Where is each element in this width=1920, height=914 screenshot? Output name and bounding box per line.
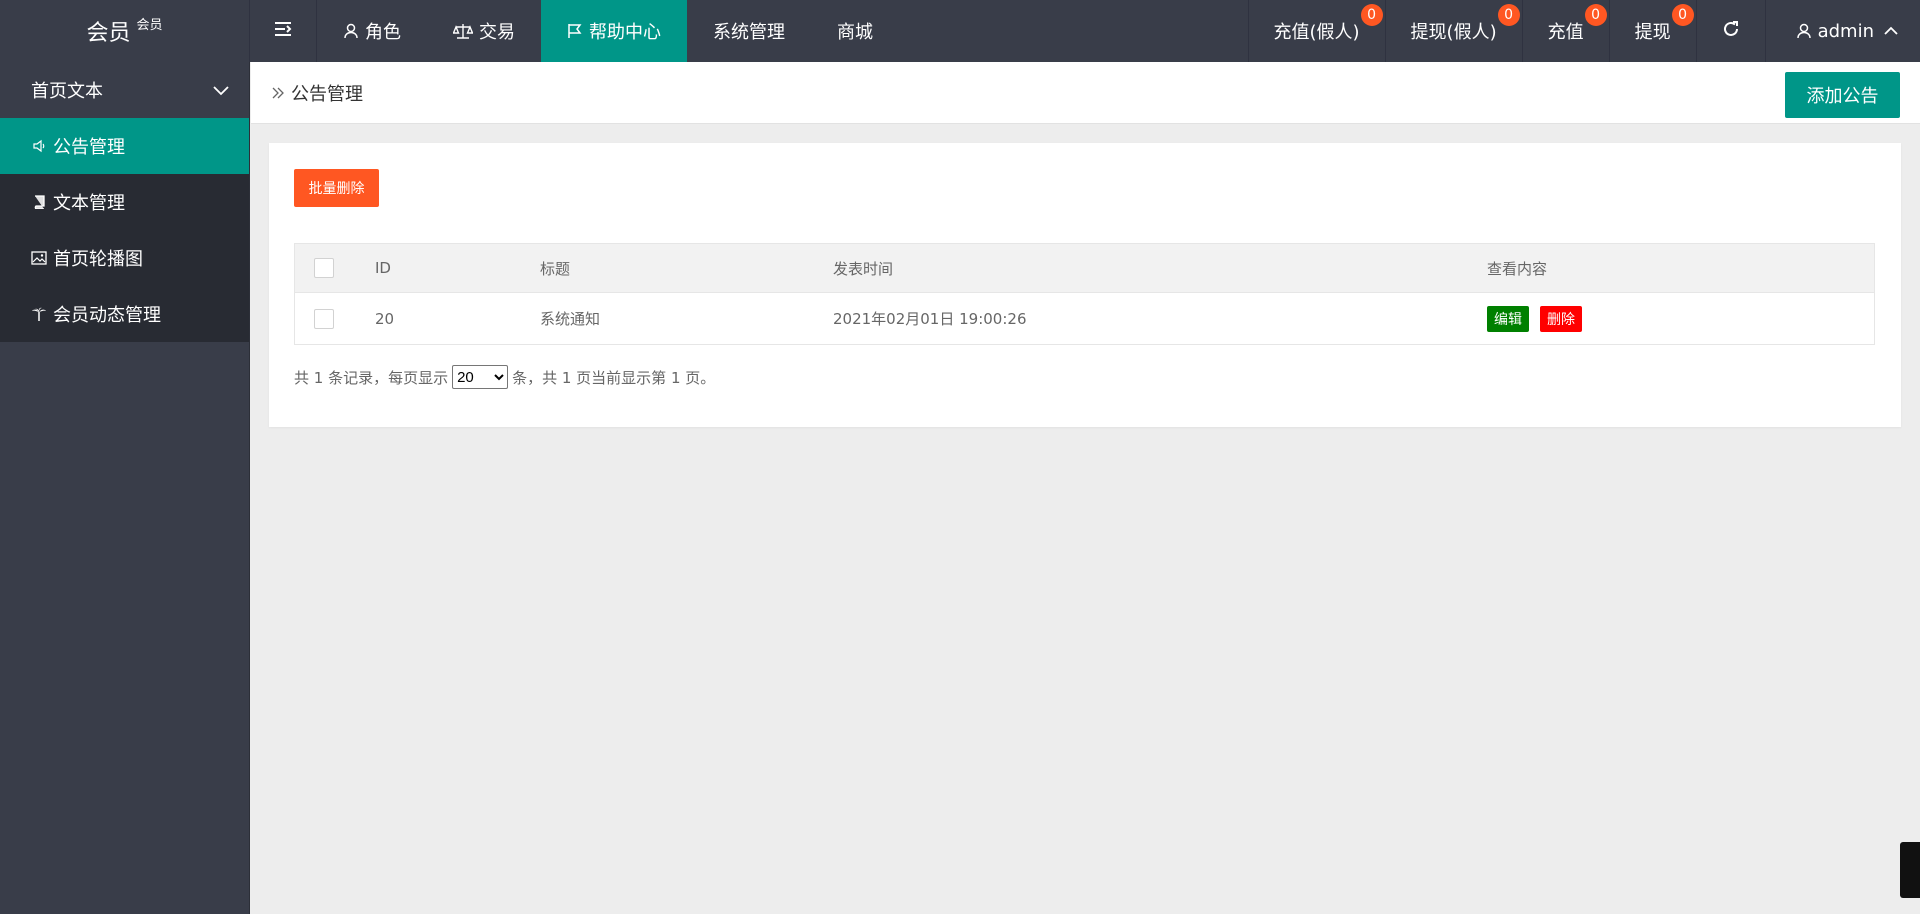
speaker-icon bbox=[31, 139, 47, 153]
nav-item-system-label: 系统管理 bbox=[713, 22, 785, 43]
row-checkbox[interactable] bbox=[314, 308, 334, 329]
menu-toggle-button[interactable] bbox=[250, 0, 317, 62]
batch-delete-button[interactable]: 批量删除 bbox=[294, 169, 379, 207]
user-icon bbox=[1796, 23, 1812, 39]
nav-item-trade[interactable]: 交易 bbox=[427, 0, 541, 62]
username-label: admin bbox=[1817, 20, 1874, 42]
header-title: 标题 bbox=[540, 259, 571, 278]
withdraw-label: 提现 bbox=[1634, 22, 1671, 43]
header-content: 查看内容 bbox=[1487, 259, 1548, 278]
row-actions: 编辑 删除 bbox=[1487, 305, 1874, 332]
sidebar-item-announcement[interactable]: 公告管理 bbox=[0, 118, 249, 174]
nav-item-help-center-label: 帮助中心 bbox=[589, 22, 661, 43]
recharge-label: 充值 bbox=[1547, 22, 1584, 43]
sidebar-item-label: 首页轮播图 bbox=[53, 249, 143, 270]
sidebar-item-label: 文本管理 bbox=[53, 193, 125, 214]
sidebar-submenu: 公告管理 文本管理 首页轮播图 会员动态管理 bbox=[0, 118, 249, 342]
sidebar-item-label: 会员动态管理 bbox=[53, 305, 161, 326]
content-card: 批量删除 ID 标题 发表时间 查看内容 20 系统通知 2021年02月01日… bbox=[269, 143, 1901, 427]
recharge-fake-label: 充值(假人) bbox=[1273, 22, 1360, 43]
table-row: 20 系统通知 2021年02月01日 19:00:26 编辑 删除 bbox=[295, 293, 1874, 344]
row-time: 2021年02月01日 19:00:26 bbox=[833, 310, 1027, 328]
nav-item-help-center[interactable]: 帮助中心 bbox=[541, 0, 687, 62]
sidebar-item-text[interactable]: 文本管理 bbox=[0, 174, 249, 230]
announcement-table: ID 标题 发表时间 查看内容 20 系统通知 2021年02月01日 19:0… bbox=[294, 243, 1875, 345]
logo: 会员 会员 bbox=[0, 0, 250, 62]
row-id: 20 bbox=[375, 309, 395, 328]
withdraw-fake-badge: 0 bbox=[1497, 4, 1520, 26]
delete-button[interactable]: 删除 bbox=[1540, 305, 1582, 332]
header-id: ID bbox=[375, 259, 391, 277]
row-check-cell bbox=[295, 308, 375, 329]
pagination: 共 1 条记录，每页显示 20 条，共 1 页当前显示第 1 页。 bbox=[294, 365, 715, 389]
add-announcement-button[interactable]: 添加公告 bbox=[1785, 72, 1900, 118]
sidebar-group-label: 首页文本 bbox=[31, 81, 103, 102]
recharge-fake-link[interactable]: 充值(假人) 0 bbox=[1247, 0, 1385, 62]
header-check-cell bbox=[295, 258, 375, 278]
nav-item-role-label: 角色 bbox=[365, 22, 401, 43]
sidebar-item-carousel[interactable]: 首页轮播图 bbox=[0, 230, 249, 286]
scale-icon bbox=[453, 23, 473, 39]
nav-item-trade-label: 交易 bbox=[479, 22, 515, 43]
recharge-badge: 0 bbox=[1584, 4, 1607, 26]
recharge-fake-badge: 0 bbox=[1360, 4, 1383, 26]
sidebar: 首页文本 公告管理 文本管理 首页轮播图 会员动态管理 bbox=[0, 62, 250, 914]
table-header: ID 标题 发表时间 查看内容 bbox=[295, 244, 1874, 293]
top-header: 会员 会员 角色 交易 帮助中心 系统管理 商城 充值(假人) 0 提现(假人)… bbox=[0, 0, 1920, 62]
image-icon bbox=[31, 251, 47, 265]
pager-suffix: 条，共 1 页当前显示第 1 页。 bbox=[512, 368, 716, 387]
book-icon bbox=[31, 195, 47, 209]
double-chevron-right-icon bbox=[271, 86, 285, 100]
user-menu[interactable]: admin bbox=[1764, 0, 1920, 62]
breadcrumb-current: 公告管理 bbox=[291, 83, 363, 105]
floating-side-widget[interactable] bbox=[1900, 842, 1920, 898]
sidebar-item-label: 公告管理 bbox=[53, 137, 125, 158]
page-size-select[interactable]: 20 bbox=[452, 365, 509, 389]
right-nav: 充值(假人) 0 提现(假人) 0 充值 0 提现 0 admin bbox=[1247, 0, 1920, 62]
logo-main-text: 会员 bbox=[86, 21, 131, 46]
refresh-icon bbox=[1722, 20, 1740, 43]
user-icon bbox=[343, 23, 359, 39]
recharge-link[interactable]: 充值 0 bbox=[1521, 0, 1609, 62]
edit-button[interactable]: 编辑 bbox=[1487, 305, 1529, 332]
withdraw-fake-label: 提现(假人) bbox=[1410, 22, 1497, 43]
withdraw-fake-link[interactable]: 提现(假人) 0 bbox=[1384, 0, 1522, 62]
logo-sup-text: 会员 bbox=[136, 17, 163, 33]
palm-icon bbox=[31, 307, 47, 321]
refresh-button[interactable] bbox=[1695, 0, 1765, 62]
nav-item-system[interactable]: 系统管理 bbox=[687, 0, 811, 62]
nav-item-role[interactable]: 角色 bbox=[317, 0, 427, 62]
header-time: 发表时间 bbox=[833, 259, 894, 278]
sidebar-group-homepage-text[interactable]: 首页文本 bbox=[0, 62, 249, 118]
chevron-down-icon bbox=[213, 80, 229, 101]
flag-icon bbox=[567, 23, 583, 39]
nav-item-mall-label: 商城 bbox=[837, 22, 873, 43]
sidebar-item-member-dynamics[interactable]: 会员动态管理 bbox=[0, 286, 249, 342]
select-all-checkbox[interactable] bbox=[314, 258, 334, 278]
top-nav: 角色 交易 帮助中心 系统管理 商城 bbox=[250, 0, 899, 62]
pager-prefix: 共 1 条记录，每页显示 bbox=[294, 368, 449, 387]
row-title: 系统通知 bbox=[540, 310, 601, 328]
withdraw-badge: 0 bbox=[1671, 4, 1694, 26]
breadcrumb: 公告管理 添加公告 bbox=[251, 62, 1920, 124]
menu-toggle-icon bbox=[274, 21, 292, 42]
withdraw-link[interactable]: 提现 0 bbox=[1608, 0, 1696, 62]
chevron-up-icon bbox=[1884, 26, 1898, 36]
nav-item-mall[interactable]: 商城 bbox=[811, 0, 899, 62]
